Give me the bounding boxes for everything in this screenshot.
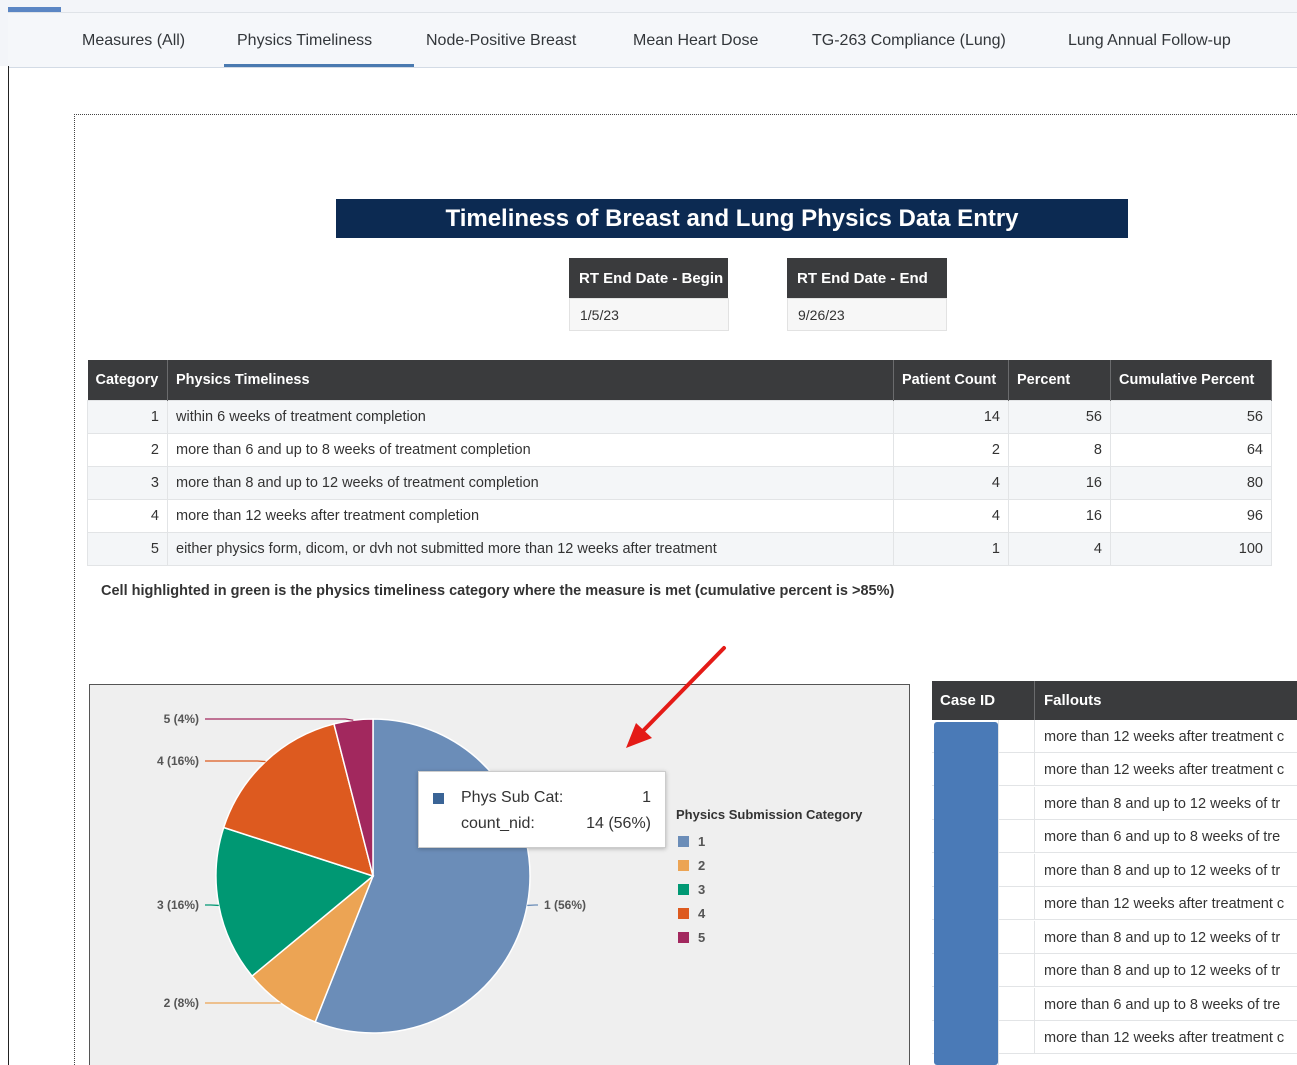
cell-percent: 16 (1008, 498, 1111, 533)
cell-cumulative: 80 (1110, 465, 1272, 500)
legend-item-5[interactable]: 5 (678, 930, 705, 945)
cell-count: 4 (893, 498, 1009, 533)
table-row: 3 more than 8 and up to 12 weeks of trea… (87, 465, 1272, 500)
legend-item-4[interactable]: 4 (678, 906, 705, 921)
cell-percent: 56 (1008, 399, 1111, 434)
table-row: 5 either physics form, dicom, or dvh not… (87, 531, 1272, 566)
cell-category: 2 (87, 432, 168, 467)
cell-cumulative: 100 (1110, 531, 1272, 566)
tab-measures-all[interactable]: Measures (All) (82, 32, 185, 50)
tab-node-positive-breast[interactable]: Node-Positive Breast (426, 32, 576, 50)
col-patient-count[interactable]: Patient Count (893, 360, 1009, 400)
page-left-border (8, 66, 9, 1065)
cell-percent: 16 (1008, 465, 1111, 500)
cell-category: 5 (87, 531, 168, 566)
legend-swatch (678, 908, 689, 919)
legend-swatch (678, 860, 689, 871)
cell-percent: 4 (1008, 531, 1111, 566)
cell-cumulative: 56 (1110, 399, 1272, 434)
fallout-text: more than 12 weeks after treatment c (1034, 1021, 1297, 1054)
legend-label: 3 (698, 882, 706, 897)
case-id-divider (998, 720, 999, 1065)
cell-percent: 8 (1008, 432, 1111, 467)
tab-physics-timeliness[interactable]: Physics Timeliness (237, 32, 372, 50)
cell-category: 1 (87, 399, 168, 434)
slice-label-1: 1 (56%) (544, 898, 586, 912)
fallout-text: more than 6 and up to 8 weeks of tre (1034, 988, 1297, 1021)
legend-label: 4 (698, 906, 706, 921)
cell-cumulative: 64 (1110, 432, 1272, 467)
table-row: 2 more than 6 and up to 8 weeks of treat… (87, 432, 1272, 467)
cell-timeliness: more than 8 and up to 12 weeks of treatm… (167, 465, 894, 500)
legend-label: 2 (698, 858, 706, 873)
report-title: Timeliness of Breast and Lung Physics Da… (336, 199, 1128, 238)
tab-mean-heart-dose[interactable]: Mean Heart Dose (633, 32, 758, 50)
case-id-redacted-block (934, 722, 998, 1065)
date-begin-value: 1/5/23 (569, 298, 729, 331)
tooltip-value-2: 14 (56%) (586, 815, 651, 832)
legend-title: Physics Submission Category (676, 807, 863, 822)
slice-label-5: 5 (4%) (164, 712, 199, 726)
pie-chart: 1 (56%) 2 (8%) 3 (16%) 4 (16%) 5 (4%) (157, 712, 586, 1034)
legend-swatch (678, 884, 689, 895)
fallouts-col-case-id[interactable]: Case ID (932, 681, 1034, 720)
tab-tg263-compliance[interactable]: TG-263 Compliance (Lung) (812, 32, 1006, 50)
cell-timeliness: more than 6 and up to 8 weeks of treatme… (167, 432, 894, 467)
fallout-text: more than 12 weeks after treatment c (1034, 753, 1297, 786)
col-physics-timeliness[interactable]: Physics Timeliness (167, 360, 894, 400)
date-end-value: 9/26/23 (787, 298, 947, 331)
tooltip-label-1: Phys Sub Cat: (461, 789, 564, 806)
cell-cumulative: 96 (1110, 498, 1272, 533)
col-cumulative-percent[interactable]: Cumulative Percent (1110, 360, 1272, 400)
tooltip-label-2: count_nid: (461, 815, 535, 832)
active-tab-indicator (224, 64, 414, 67)
legend-label: 5 (698, 930, 706, 945)
fallout-text: more than 8 and up to 12 weeks of tr (1034, 921, 1297, 954)
cell-timeliness: either physics form, dicom, or dvh not s… (167, 531, 894, 566)
legend-item-1[interactable]: 1 (678, 834, 705, 849)
fallout-text: more than 6 and up to 8 weeks of tre (1034, 820, 1297, 853)
annotation-arrow (626, 646, 726, 748)
legend-swatch (678, 932, 689, 943)
fallout-text: more than 12 weeks after treatment c (1034, 720, 1297, 753)
table-header-row: Category Physics Timeliness Patient Coun… (87, 360, 1272, 400)
slice-label-2: 2 (8%) (164, 996, 199, 1010)
legend-label: 1 (698, 834, 706, 849)
date-end-header: RT End Date - End (787, 258, 947, 298)
cell-count: 4 (893, 465, 1009, 500)
tooltip-swatch (433, 793, 444, 804)
fallouts-col-fallouts[interactable]: Fallouts (1034, 681, 1297, 720)
legend-swatch (678, 836, 689, 847)
tooltip-value-1: 1 (642, 789, 651, 806)
col-category[interactable]: Category (87, 360, 168, 400)
cell-category: 4 (87, 498, 168, 533)
slice-label-4: 4 (16%) (157, 754, 199, 768)
col-percent[interactable]: Percent (1008, 360, 1111, 400)
tab-strip: Measures (All) Physics Timeliness Node-P… (8, 12, 1297, 68)
chart-tooltip: Phys Sub Cat: 1 count_nid: 14 (56%) (418, 771, 666, 848)
leader-line-4 (205, 760, 266, 763)
table-row: 1 within 6 weeks of treatment completion… (87, 399, 1272, 434)
cell-timeliness: within 6 weeks of treatment completion (167, 399, 894, 434)
cell-count: 14 (893, 399, 1009, 434)
legend-item-2[interactable]: 2 (678, 858, 705, 873)
slice-label-3: 3 (16%) (157, 898, 199, 912)
fallout-text: more than 8 and up to 12 weeks of tr (1034, 954, 1297, 987)
highlight-note: Cell highlighted in green is the physics… (101, 583, 895, 599)
legend-item-3[interactable]: 3 (678, 882, 705, 897)
fallout-text: more than 8 and up to 12 weeks of tr (1034, 787, 1297, 820)
cell-count: 1 (893, 531, 1009, 566)
cell-timeliness: more than 12 weeks after treatment compl… (167, 498, 894, 533)
table-row: 4 more than 12 weeks after treatment com… (87, 498, 1272, 533)
leader-line-5 (205, 718, 354, 721)
cell-category: 3 (87, 465, 168, 500)
cell-count: 2 (893, 432, 1009, 467)
date-begin-header: RT End Date - Begin (569, 258, 728, 298)
tab-lung-annual-follow-up[interactable]: Lung Annual Follow-up (1068, 32, 1231, 50)
fallout-text: more than 12 weeks after treatment c (1034, 887, 1297, 920)
timeliness-table: Category Physics Timeliness Patient Coun… (87, 360, 1272, 566)
fallout-text: more than 8 and up to 12 weeks of tr (1034, 854, 1297, 887)
